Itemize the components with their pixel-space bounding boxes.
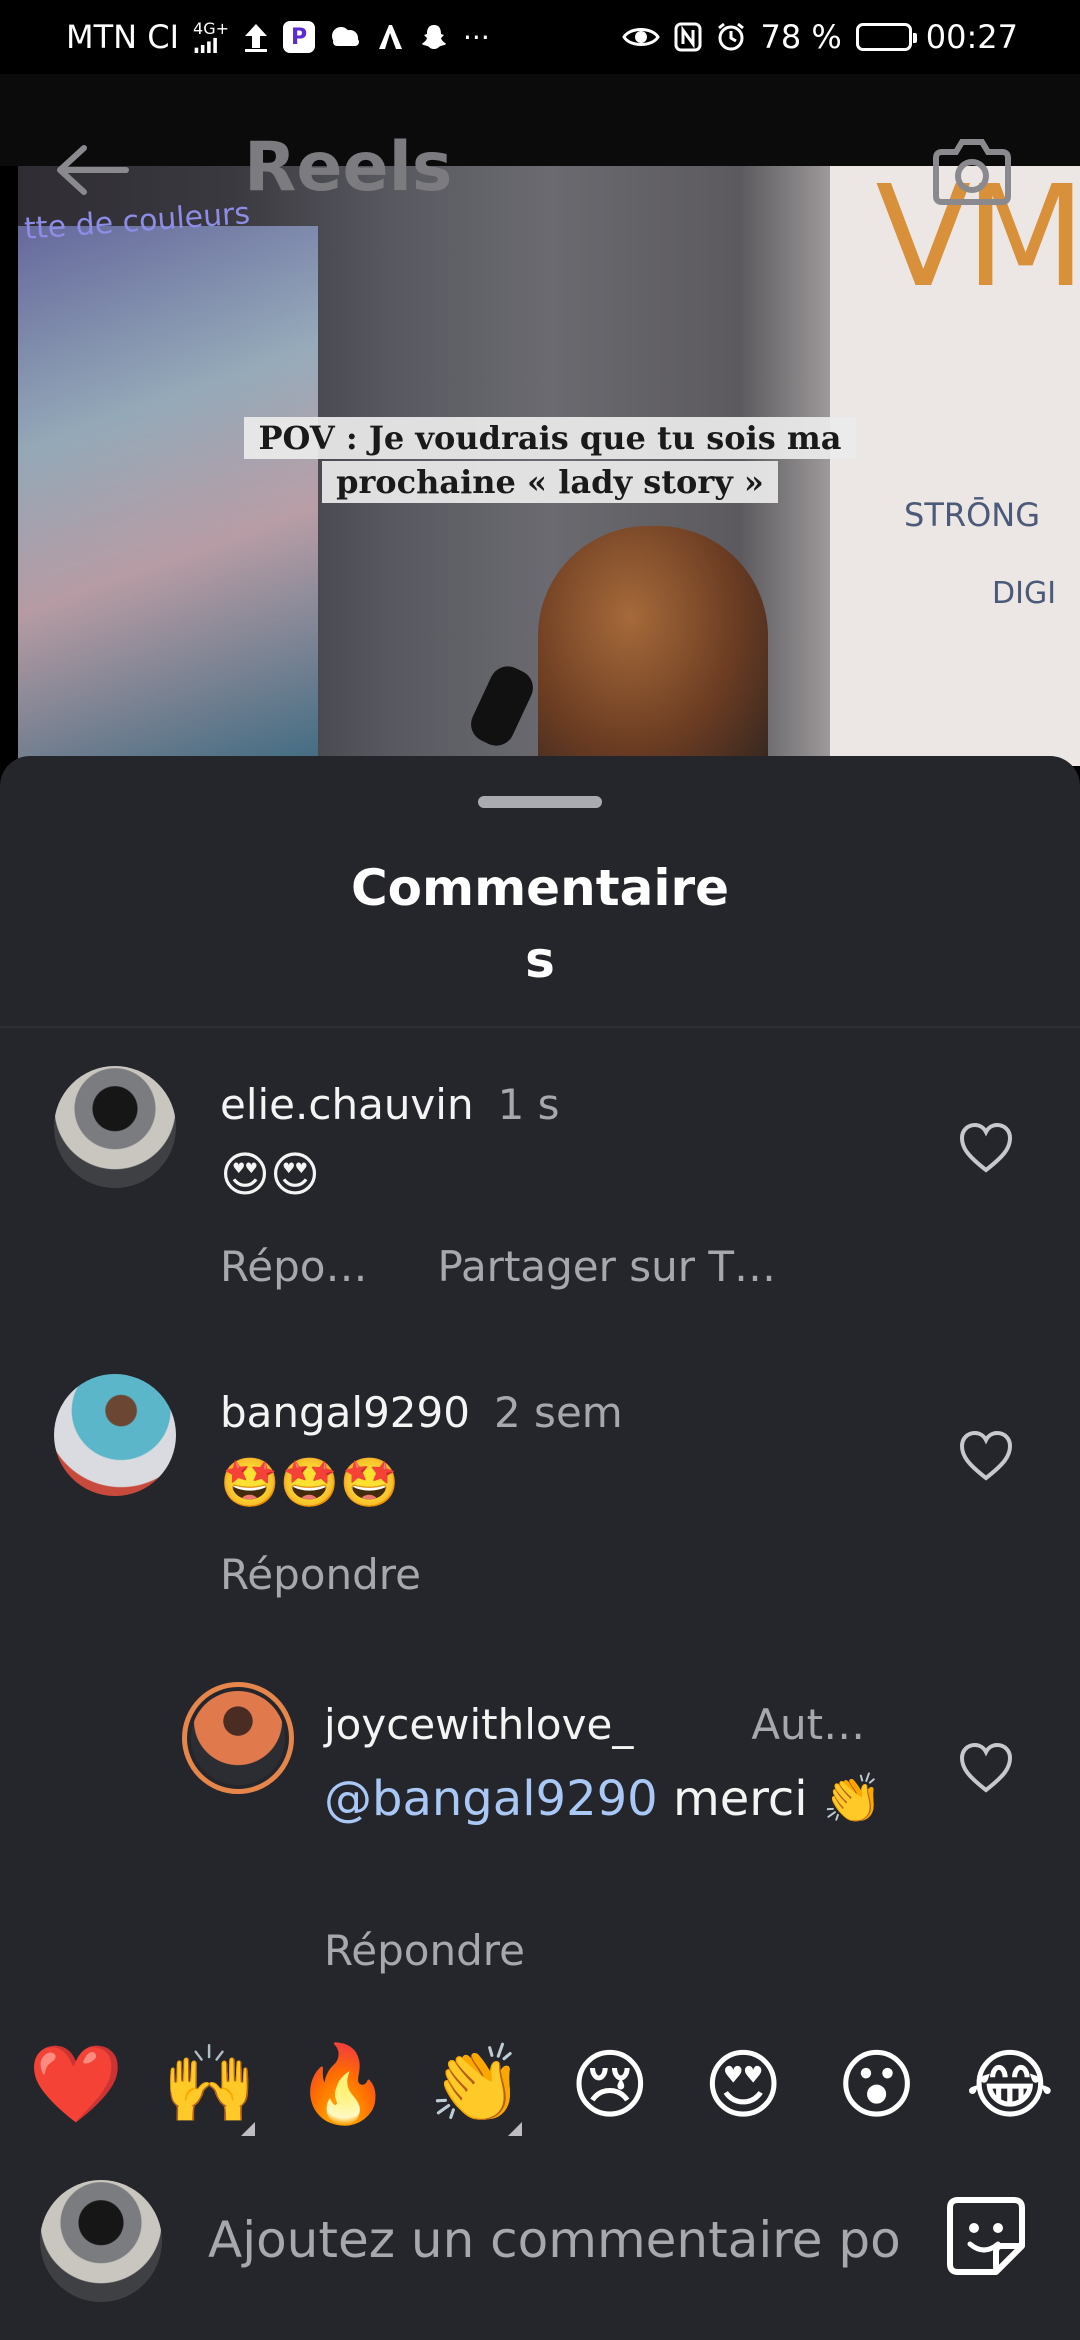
- reel-header-strip: [0, 74, 1080, 166]
- status-left: MTN CI 4G+ P ···: [66, 18, 490, 56]
- comment-time: 2 sem: [493, 1388, 623, 1437]
- reel-caption: POV : Je voudrais que tu sois ma prochai…: [240, 416, 860, 504]
- weather-icon: [329, 21, 361, 53]
- battery-percent: 78 %: [760, 18, 842, 56]
- comment-actions: Répo… Partager sur T…: [220, 1242, 776, 1291]
- upload-icon: [243, 21, 269, 53]
- emoji-raised-hands-button[interactable]: 🙌: [161, 2036, 257, 2136]
- speaker-figure: [538, 526, 768, 766]
- share-button[interactable]: Partager sur T…: [438, 1242, 777, 1291]
- comment-text: @bangal9290 merci 👏: [324, 1770, 884, 1828]
- arrow-left-icon[interactable]: [52, 140, 132, 200]
- emoji-heart-button[interactable]: ❤️: [28, 2036, 124, 2132]
- comment-time: 1 s: [497, 1080, 560, 1129]
- comment-input[interactable]: [208, 2204, 908, 2276]
- alarm-icon: [716, 21, 746, 53]
- heart-icon[interactable]: [958, 1430, 1014, 1482]
- comment-actions: Répondre: [324, 1926, 525, 1975]
- battery-icon: [855, 23, 917, 51]
- comment-text: 😍😍: [220, 1147, 321, 1203]
- emoji-crying-button[interactable]: 😢: [562, 2036, 658, 2132]
- sheet-title-text: Commentaires: [350, 859, 730, 989]
- page-title: Reels: [244, 128, 453, 207]
- sponsor-logo-digi: DIGI: [992, 576, 1057, 611]
- reply-button[interactable]: Répondre: [220, 1550, 421, 1599]
- emoji-clap-button[interactable]: 👏: [428, 2036, 524, 2136]
- snapchat-icon: [419, 21, 449, 53]
- username-text[interactable]: elie.chauvin: [220, 1080, 474, 1129]
- sticker-icon[interactable]: [944, 2194, 1028, 2278]
- reply-button[interactable]: Répondre: [324, 1926, 525, 1975]
- signal-icon: 4G+: [193, 21, 229, 53]
- sheet-title: Commentaires: [0, 852, 1080, 996]
- microphone: [465, 660, 539, 752]
- comment-username[interactable]: elie.chauvin 1 s: [220, 1080, 560, 1129]
- heart-icon[interactable]: [958, 1122, 1014, 1174]
- mention-link[interactable]: @bangal9290: [324, 1771, 658, 1827]
- user-avatar: [40, 2180, 162, 2302]
- comment-text: 🤩🤩🤩: [220, 1455, 400, 1511]
- reel-video[interactable]: tte de couleurs VM STRŌNG DIGI POV : Je …: [18, 166, 1080, 766]
- emoji-quick-bar: ❤️ 🙌 🔥 👏 😢 😍 😮 😂: [0, 2036, 1080, 2136]
- a-app-icon: [375, 21, 405, 53]
- emoji-surprised-button[interactable]: 😮: [829, 2036, 925, 2132]
- heart-icon[interactable]: [958, 1742, 1014, 1794]
- comment-actions: Répondre: [220, 1550, 421, 1599]
- camera-icon[interactable]: [932, 132, 1012, 208]
- emoji-heart-eyes-button[interactable]: 😍: [695, 2036, 791, 2132]
- username-text[interactable]: joycewithlove_: [324, 1700, 633, 1749]
- reply-button[interactable]: Répo…: [220, 1242, 368, 1291]
- avatar-image: [191, 1691, 285, 1785]
- status-right: 78 % 00:27: [622, 18, 1018, 56]
- reel-caption-line2: prochaine « lady story »: [322, 461, 778, 503]
- emoji-laughing-button[interactable]: 😂: [962, 2036, 1058, 2132]
- status-bar: MTN CI 4G+ P ··· 78 % 00:27: [0, 0, 1080, 74]
- comment-input-row: [0, 2170, 1080, 2310]
- drag-handle[interactable]: [478, 796, 602, 808]
- p-app-icon: P: [283, 21, 316, 53]
- carrier-label: MTN CI: [66, 18, 180, 56]
- emoji-fire-button[interactable]: 🔥: [295, 2036, 391, 2132]
- comment-body: merci 👏: [657, 1771, 883, 1827]
- sponsor-logo-strong: STRŌNG: [904, 496, 1041, 534]
- divider: [0, 1026, 1080, 1028]
- avatar[interactable]: [182, 1682, 294, 1794]
- eye-icon: [622, 21, 661, 53]
- username-text[interactable]: bangal9290: [220, 1388, 470, 1437]
- more-notifications-icon: ···: [463, 20, 490, 54]
- comment-author-badge: Aut…: [751, 1700, 866, 1749]
- comment-username[interactable]: joycewithlove_ Aut…: [324, 1700, 865, 1749]
- clock: 00:27: [925, 18, 1018, 56]
- reel-caption-line1: POV : Je voudrais que tu sois ma: [244, 417, 856, 459]
- avatar[interactable]: [54, 1374, 176, 1496]
- avatar[interactable]: [54, 1066, 176, 1188]
- nfc-icon: [674, 21, 702, 53]
- network-label: 4G+: [193, 19, 230, 38]
- comment-username[interactable]: bangal9290 2 sem: [220, 1388, 623, 1437]
